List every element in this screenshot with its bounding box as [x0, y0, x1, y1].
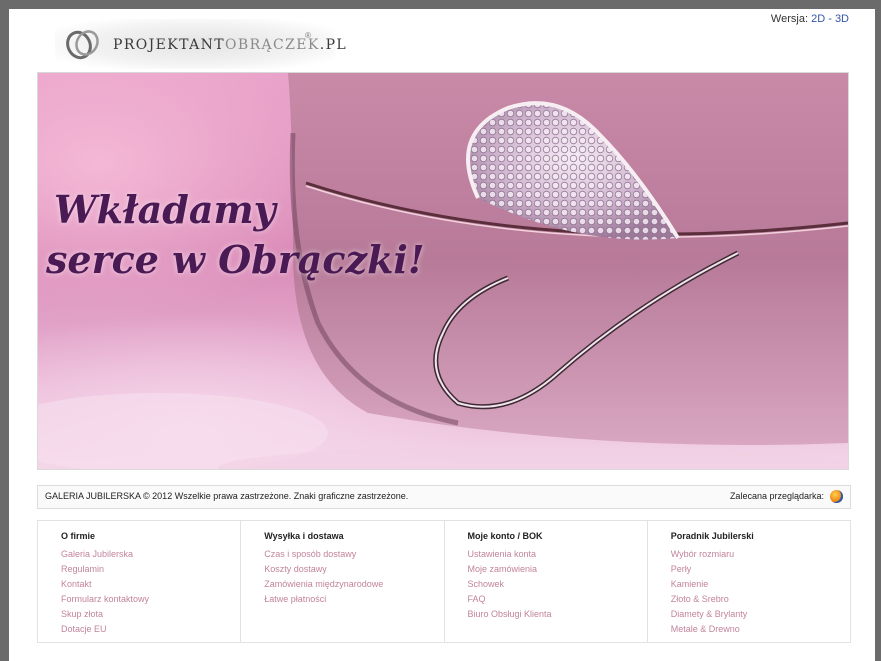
footer-link[interactable]: Łatwe płatności	[264, 592, 443, 607]
version-label: Wersja:	[770, 13, 809, 25]
footer-column-company: O firmie Galeria Jubilerska Regulamin Ko…	[38, 521, 242, 642]
footer-link[interactable]: Regulamin	[61, 562, 240, 577]
footer-link[interactable]: Metale & Drewno	[671, 622, 850, 637]
slogan-line-2: serce w Obrączki!	[46, 237, 425, 282]
firefox-icon[interactable]	[830, 490, 843, 503]
footer-link[interactable]: Wybór rozmiaru	[671, 547, 850, 562]
hero-banner[interactable]: Wkładamy serce w Obrączki!	[37, 72, 849, 470]
footer-link[interactable]: Złoto & Srebro	[671, 592, 850, 607]
column-title: Poradnik Jubilerski	[670, 531, 754, 541]
registered-mark: ®	[305, 31, 311, 40]
footer-link[interactable]: Dotacje EU	[61, 622, 240, 637]
footer-column-guide: Poradnik Jubilerski Wybór rozmiaru Perły…	[648, 521, 850, 642]
footer-link[interactable]: Galeria Jubilerska	[61, 547, 240, 562]
slogan-line-1: Wkładamy	[54, 187, 276, 232]
recommended-browser-label: Zalecana przeglądarka:	[729, 491, 824, 501]
footer-link[interactable]: Czas i sposób dostawy	[264, 547, 443, 562]
footer-links: O firmie Galeria Jubilerska Regulamin Ko…	[37, 520, 851, 643]
footer-link[interactable]: Koszty dostawy	[264, 562, 443, 577]
footer-link[interactable]: Kontakt	[61, 577, 240, 592]
column-title: Wysyłka i dostawa	[264, 531, 344, 541]
hero-slogan: Wkładamy serce w Obrączki!	[46, 185, 426, 285]
column-title: O firmie	[61, 531, 96, 541]
footer-link[interactable]: FAQ	[468, 592, 647, 607]
footer-link[interactable]: Perły	[671, 562, 850, 577]
footer-link[interactable]: Skup złota	[61, 607, 240, 622]
footer-link[interactable]: Moje zamówienia	[468, 562, 647, 577]
footer-link[interactable]: Formularz kontaktowy	[61, 592, 240, 607]
version-separator: -	[828, 13, 832, 25]
version-3d-link[interactable]: 3D	[835, 13, 849, 25]
site-logo[interactable]: PROJEKTANTOBRĄCZEK.PL ®	[55, 19, 346, 69]
footer-link[interactable]: Kamienie	[671, 577, 850, 592]
footer-link[interactable]: Biuro Obsługi Klienta	[468, 607, 647, 622]
version-2d-link[interactable]: 2D	[811, 13, 825, 25]
logo-text: PROJEKTANTOBRĄCZEK.PL	[113, 37, 348, 53]
footer-info-bar: GALERIA JUBILERSKA © 2012 Wszelkie prawa…	[37, 485, 851, 509]
rings-logo-icon	[66, 30, 99, 60]
footer-link[interactable]: Diamety & Brylanty	[671, 607, 850, 622]
footer-link[interactable]: Schowek	[468, 577, 647, 592]
footer-link[interactable]: Zamówienia międzynarodowe	[264, 577, 443, 592]
copyright-text: GALERIA JUBILERSKA © 2012 Wszelkie prawa…	[45, 491, 409, 501]
footer-link[interactable]: Ustawienia konta	[468, 547, 647, 562]
version-switcher: Wersja: 2D - 3D	[771, 13, 849, 25]
footer-column-account: Moje konto / BOK Ustawienia konta Moje z…	[445, 521, 648, 642]
column-title: Moje konto / BOK	[467, 531, 543, 541]
footer-column-shipping: Wysyłka i dostawa Czas i sposób dostawy …	[241, 521, 445, 642]
page: PROJEKTANTOBRĄCZEK.PL ® Wersja: 2D - 3D	[9, 9, 875, 661]
